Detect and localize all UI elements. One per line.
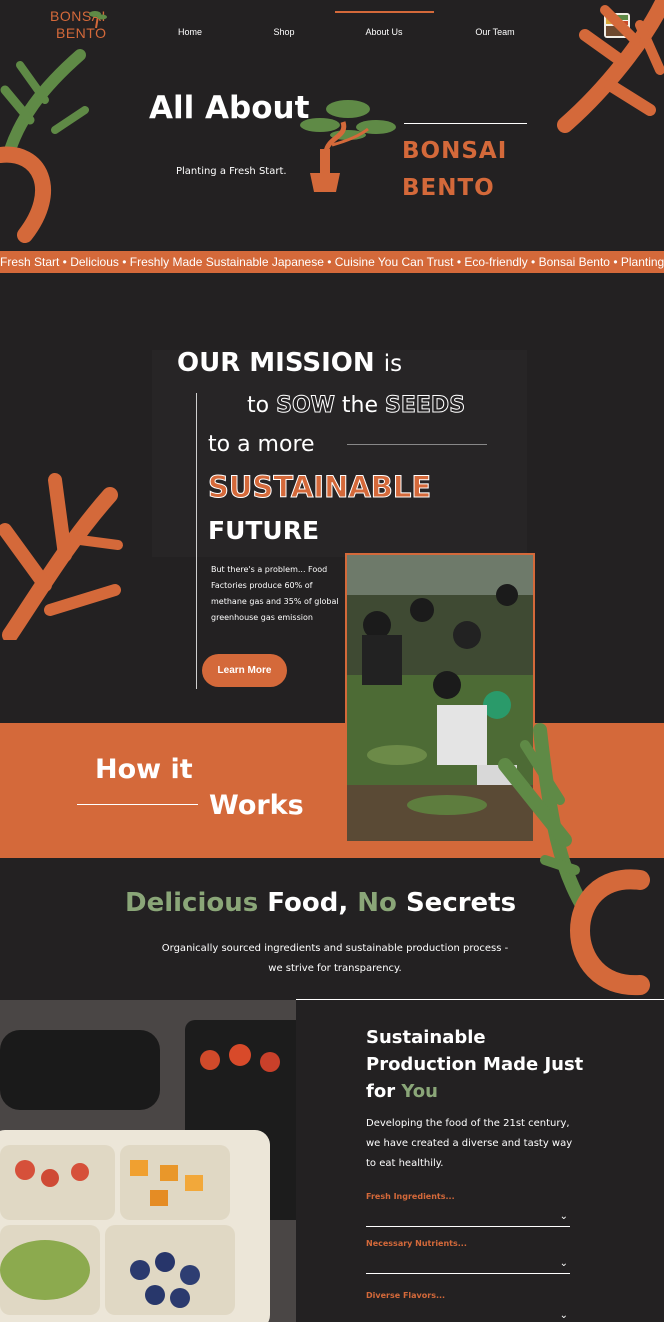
accordion-row[interactable]: ⌄: [366, 1254, 570, 1274]
hero-tagline: Planting a Fresh Start.: [176, 166, 287, 177]
deli-word4: Secrets: [405, 888, 517, 918]
accordion-item[interactable]: Necessary Nutrients... ⌄: [366, 1239, 570, 1274]
mission-line2: to SOW the SEEDS: [247, 393, 466, 419]
accordion-row[interactable]: ⌄: [366, 1207, 570, 1227]
mission-divider: [347, 444, 487, 445]
sustainable-text: Developing the food of the 21st century,…: [366, 1118, 573, 1169]
nav-our-team[interactable]: Our Team: [468, 27, 522, 37]
mission-seeds: SEEDS: [385, 393, 466, 419]
ticker-banner: Fresh Start • Delicious • Freshly Made S…: [0, 251, 664, 273]
carrot-left-decor: [0, 49, 89, 243]
accordion-label: Fresh Ingredients...: [366, 1192, 455, 1201]
mission-vertical-line: [196, 393, 197, 689]
delicious-heading: Delicious Food, No Secrets: [125, 888, 516, 918]
bonsai-tree-icon: [300, 100, 396, 192]
mission-line1: OUR MISSION is: [177, 348, 402, 378]
hero-brand: BONSAI BENTO: [402, 133, 507, 207]
deli-word3: No: [357, 888, 397, 918]
bento-food-photo: [0, 1000, 296, 1322]
deli-word2: Food,: [267, 888, 349, 918]
problem-text: But there's a problem... Food Factories …: [211, 565, 339, 622]
how-divider: [77, 804, 198, 805]
accordion-row[interactable]: ⌄: [366, 1306, 570, 1322]
mission-future: FUTURE: [208, 516, 320, 545]
mission-line1-bold: OUR MISSION: [177, 348, 375, 378]
mission-line1-thin: is: [383, 351, 403, 377]
chevron-down-icon[interactable]: ⌄: [560, 1258, 568, 1269]
hero-brand-line1: BONSAI: [402, 138, 508, 164]
ticker-text: Fresh Start • Delicious • Freshly Made S…: [0, 255, 664, 269]
accordion-item[interactable]: Diverse Flavors... ⌄: [366, 1291, 570, 1322]
learn-more-button[interactable]: Learn More: [202, 654, 287, 687]
deli-word1: Delicious: [125, 888, 259, 918]
hero-title: All About: [149, 90, 310, 126]
sustainable-title-main: Sustainable Production Made Just for: [366, 1027, 584, 1102]
mission-the: the: [341, 393, 379, 418]
chevron-down-icon[interactable]: ⌄: [560, 1211, 568, 1222]
section-divider: [296, 999, 664, 1000]
accordion-item[interactable]: Fresh Ingredients... ⌄: [366, 1192, 570, 1227]
nav-about-us[interactable]: About Us: [358, 27, 410, 37]
bonsai-logo-icon: [89, 11, 107, 29]
mission-to: to: [247, 393, 270, 418]
nav-active-indicator: [335, 11, 434, 13]
bento-food-image: [0, 1000, 296, 1322]
mission-sustainable: SUSTAINABLE: [207, 470, 432, 505]
mission-sow: SOW: [276, 393, 336, 419]
accordion-label: Diverse Flavors...: [366, 1291, 446, 1300]
nav-home[interactable]: Home: [175, 27, 205, 37]
chevron-down-icon[interactable]: ⌄: [560, 1310, 568, 1321]
how-title-line2: Works: [209, 790, 304, 821]
mission-line3: to a more: [208, 432, 315, 457]
hero-divider: [404, 123, 527, 124]
nav-shop[interactable]: Shop: [270, 27, 298, 37]
carrot-right-decor: [498, 723, 650, 996]
delicious-subtitle: Organically sourced ingredients and sust…: [161, 943, 509, 974]
leaf-left-decor: [0, 473, 123, 640]
hero-brand-line2: BENTO: [402, 175, 495, 201]
sustainable-title: Sustainable Production Made Just for You: [366, 1024, 586, 1105]
how-title-line1: How it: [95, 754, 193, 785]
leaf-topright-decor: [557, 0, 664, 133]
sustainable-title-accent: You: [401, 1081, 438, 1102]
accordion-label: Necessary Nutrients...: [366, 1239, 467, 1248]
